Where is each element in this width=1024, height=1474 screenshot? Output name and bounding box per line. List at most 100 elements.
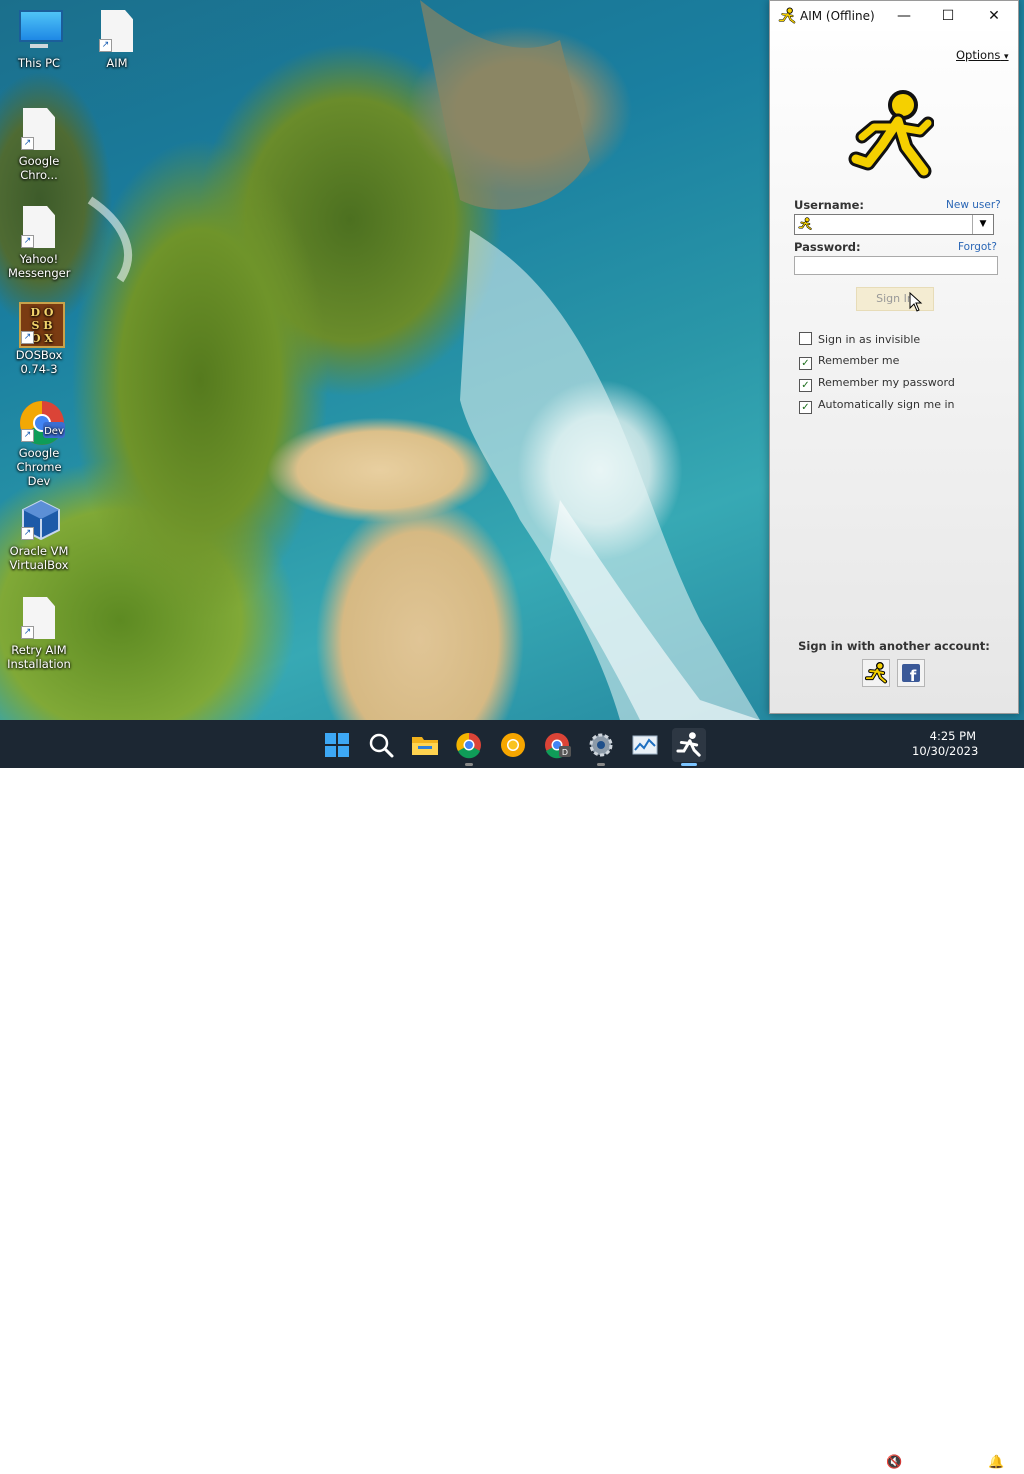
desktop-icon-label: AIM — [106, 56, 128, 70]
aim-window: AIM (Offline) — ☐ ✕ Options ▾ Username: … — [769, 0, 1019, 714]
running-indicator — [597, 763, 605, 766]
start-icon — [325, 733, 349, 757]
clock-date: 10/30/2023 — [912, 744, 979, 758]
desktop-icon-this-pc[interactable]: This PC — [3, 10, 75, 70]
desktop-icon-aim[interactable]: ↗ AIM — [81, 10, 153, 70]
clock-time: 4:25 PM — [929, 729, 976, 743]
onedrive-icon[interactable]: ☁ — [828, 1455, 841, 1470]
another-account-label: Sign in with another account: — [798, 639, 990, 653]
taskbar-chrome-canary[interactable] — [496, 728, 530, 762]
running-indicator — [465, 763, 473, 766]
checkbox-label: Remember my password — [818, 376, 955, 389]
search-icon — [369, 733, 394, 758]
desktop-icon-label: Google Chro... — [18, 154, 60, 182]
desktop-icon-label: Oracle VM VirtualBox — [9, 544, 69, 572]
taskbar-task-manager[interactable] — [628, 728, 662, 762]
username-combobox[interactable]: ▼ — [794, 214, 994, 235]
desktop-icon-label: This PC — [17, 56, 61, 70]
file-icon: ↗ — [97, 10, 137, 54]
desktop-icon-google-chrome-dev[interactable]: Dev ↗ Google Chrome Dev — [3, 400, 75, 488]
forgot-password-link[interactable]: Forgot? — [958, 241, 997, 253]
shortcut-arrow-icon: ↗ — [21, 137, 34, 150]
aim-account-button[interactable] — [862, 659, 890, 687]
shortcut-arrow-icon: ↗ — [99, 39, 112, 52]
taskbar-chrome[interactable] — [452, 728, 486, 766]
desktop-icon-label: Google Chrome Dev — [16, 446, 62, 488]
checkmark-icon[interactable]: ✓ — [799, 401, 812, 414]
svg-text:D: D — [562, 748, 568, 757]
chrome-canary-icon — [501, 733, 525, 757]
desktop-icon-yahoo-messenger[interactable]: ↗ Yahoo! Messenger — [3, 206, 75, 280]
aim-running-man-icon — [798, 216, 812, 235]
file-explorer-icon — [412, 737, 438, 755]
checkbox-label: Remember me — [818, 354, 900, 367]
chrome-dev-icon: D — [545, 733, 571, 759]
close-icon[interactable]: ✕ — [972, 1, 1016, 31]
file-icon: ↗ — [19, 108, 59, 152]
svg-text:Dev: Dev — [44, 426, 64, 437]
taskbar: D ︿ ☁ ▭ 🔇 🔔 — [0, 720, 1024, 1474]
settings-icon — [589, 733, 613, 757]
chevron-up-icon[interactable]: ︿ — [798, 1455, 811, 1474]
notification-bell-icon[interactable]: 🔔 — [988, 1455, 1004, 1470]
taskbar-file-explorer[interactable] — [408, 728, 442, 762]
facebook-account-button[interactable]: f — [897, 659, 925, 687]
file-icon: ↗ — [19, 597, 59, 641]
virtualbox-icon: ↗ — [19, 498, 60, 542]
chrome-icon — [456, 732, 481, 759]
taskbar-aim[interactable] — [672, 728, 706, 766]
desktop-icon-dosbox[interactable]: D OS BO X ↗ DOSBox 0.74-3 — [3, 302, 75, 376]
checkbox-label: Automatically sign me in — [818, 398, 955, 411]
start-button[interactable] — [320, 728, 354, 762]
checkbox-label: Sign in as invisible — [818, 333, 921, 346]
dosbox-icon: D OS BO X ↗ — [19, 302, 65, 348]
svg-text:f: f — [910, 667, 917, 685]
window-title: AIM (Offline) — [800, 9, 875, 23]
file-icon: ↗ — [19, 206, 59, 250]
username-input[interactable] — [813, 215, 973, 232]
checkbox-remember-me[interactable]: ✓ Remember me — [799, 354, 899, 370]
username-label: Username: — [794, 198, 864, 212]
shortcut-arrow-icon: ↗ — [21, 626, 34, 639]
checkbox-auto-sign-in[interactable]: ✓ Automatically sign me in — [799, 398, 955, 414]
desktop-icon-label: Retry AIM Installation — [7, 643, 71, 671]
desktop-icon-google-chrome[interactable]: ↗ Google Chro... — [3, 108, 75, 182]
checkbox-remember-password[interactable]: ✓ Remember my password — [799, 376, 955, 392]
taskbar-settings[interactable] — [584, 728, 618, 766]
monitor-icon — [19, 10, 63, 54]
shortcut-arrow-icon: ↗ — [21, 429, 34, 442]
minimize-icon[interactable]: — — [882, 1, 926, 31]
network-icon[interactable]: ▭ — [860, 1455, 872, 1470]
mouse-cursor-icon — [909, 292, 923, 312]
password-input[interactable] — [794, 256, 998, 275]
shortcut-arrow-icon: ↗ — [21, 235, 34, 248]
shortcut-arrow-icon: ↗ — [21, 331, 34, 344]
desktop-icon-label: DOSBox 0.74-3 — [15, 348, 63, 376]
caret-down-icon: ▾ — [1004, 52, 1009, 62]
aim-icon — [676, 732, 701, 757]
checkbox-unchecked-icon[interactable] — [799, 332, 812, 345]
new-user-link[interactable]: New user? — [946, 199, 1001, 211]
desktop-icon-label: Yahoo! Messenger — [8, 252, 71, 280]
taskbar-clock[interactable]: 4:25 PM 10/30/2023 — [912, 729, 979, 759]
running-indicator — [681, 763, 697, 766]
aim-logo — [848, 87, 935, 181]
checkmark-icon[interactable]: ✓ — [799, 379, 812, 392]
desktop-icon-retry-aim-installation[interactable]: ↗ Retry AIM Installation — [3, 597, 75, 671]
speaker-muted-icon[interactable]: 🔇 — [886, 1455, 902, 1470]
facebook-icon: f — [902, 664, 920, 685]
checkmark-icon[interactable]: ✓ — [799, 357, 812, 370]
taskbar-search[interactable] — [364, 728, 398, 762]
options-menu[interactable]: Options ▾ — [956, 48, 1009, 62]
checkbox-sign-in-invisible[interactable]: Sign in as invisible — [799, 332, 920, 346]
maximize-icon[interactable]: ☐ — [926, 1, 970, 31]
chrome-dev-icon: Dev ↗ — [19, 400, 65, 445]
password-label: Password: — [794, 240, 861, 254]
taskbar-chrome-dev[interactable]: D — [540, 728, 574, 762]
aim-running-man-icon — [864, 661, 888, 684]
aim-running-man-icon — [848, 90, 935, 179]
options-label: Options — [956, 48, 1001, 62]
desktop-icon-virtualbox[interactable]: ↗ Oracle VM VirtualBox — [3, 498, 75, 572]
aim-titlebar[interactable]: AIM (Offline) — ☐ ✕ — [770, 1, 1018, 31]
chevron-down-icon[interactable]: ▼ — [972, 215, 993, 234]
